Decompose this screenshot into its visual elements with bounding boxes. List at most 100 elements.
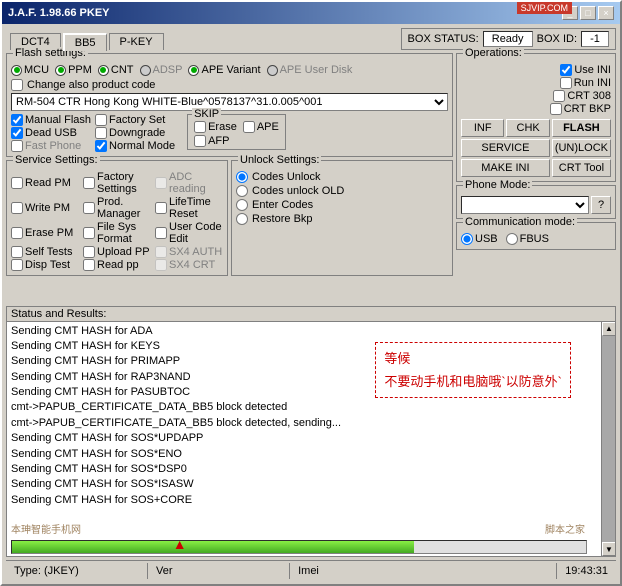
codes-unlock-old-radio[interactable] <box>236 185 248 197</box>
codes-unlock-old-label: Codes unlock OLD <box>252 185 344 197</box>
phone-mode-select[interactable] <box>461 196 589 214</box>
scroll-down-button[interactable]: ▼ <box>602 542 615 556</box>
lifetime-reset-checkbox[interactable] <box>155 202 167 214</box>
adsp-option[interactable]: ADSP <box>140 64 183 76</box>
downgrade-checkbox[interactable] <box>95 127 107 139</box>
mcu-radio[interactable] <box>11 65 22 76</box>
crt-tool-button[interactable]: CRT Tool <box>552 159 611 177</box>
file-sys-format-checkbox[interactable] <box>83 227 95 239</box>
codes-unlock-old-item: Codes unlock OLD <box>236 185 448 197</box>
manual-flash-item: Manual Flash <box>11 114 91 126</box>
enter-codes-radio[interactable] <box>236 199 248 211</box>
codes-unlock-radio[interactable] <box>236 171 248 183</box>
restore-bkp-radio[interactable] <box>236 213 248 225</box>
read-pm-checkbox[interactable] <box>11 177 23 189</box>
fbus-label: FBUS <box>520 233 549 245</box>
change-product-checkbox[interactable] <box>11 79 23 91</box>
user-code-edit-checkbox[interactable] <box>155 227 167 239</box>
ppm-option[interactable]: PPM <box>55 64 92 76</box>
cnt-option[interactable]: CNT <box>98 64 134 76</box>
unlock-button[interactable]: (UN)LOCK <box>552 139 611 157</box>
service-button[interactable]: SERVICE <box>461 139 550 157</box>
crt-bkp-checkbox[interactable] <box>550 103 562 115</box>
unlock-settings-group: Unlock Settings: Codes Unlock Codes unlo… <box>231 160 453 276</box>
fast-phone-label: Fast Phone <box>25 140 81 152</box>
ape-variant-option[interactable]: APE Variant <box>188 64 260 76</box>
use-ini-checkbox[interactable] <box>560 64 572 76</box>
dead-usb-checkbox[interactable] <box>11 127 23 139</box>
inf-button[interactable]: INF <box>461 119 504 137</box>
lower-section: Service Settings: Read PM Factory Settin… <box>6 160 453 276</box>
skip-group: SKIP Erase APE AFP <box>187 114 286 150</box>
restore-bkp-label: Restore Bkp <box>252 213 313 225</box>
use-ini-label: Use INI <box>574 64 611 76</box>
skip-afp-item: AFP <box>194 135 279 147</box>
sx4-auth-checkbox[interactable] <box>155 246 167 258</box>
adsp-radio[interactable] <box>140 65 151 76</box>
unlock-radios: Codes Unlock Codes unlock OLD Enter Code… <box>236 171 448 225</box>
erase-pm-checkbox[interactable] <box>11 227 23 239</box>
status-panel-header: Status and Results: <box>7 307 615 322</box>
prod-manager-checkbox[interactable] <box>83 202 95 214</box>
change-product-label: Change also product code <box>27 79 155 91</box>
progress-fill <box>12 541 414 553</box>
read-pm-label: Read PM <box>25 177 71 189</box>
upload-pp-checkbox[interactable] <box>83 246 95 258</box>
factory-set-checkbox[interactable] <box>95 114 107 126</box>
sx4-crt-checkbox[interactable] <box>155 259 167 271</box>
cnt-label: CNT <box>111 64 134 76</box>
mcu-label: MCU <box>24 64 49 76</box>
ape-user-disk-radio[interactable] <box>267 65 278 76</box>
mcu-option[interactable]: MCU <box>11 64 49 76</box>
phone-mode-help-button[interactable]: ? <box>591 196 611 214</box>
flash-settings-group: Flash settings: MCU PPM CN <box>6 53 453 157</box>
skip-ape-checkbox[interactable] <box>243 121 255 133</box>
main-window: J.A.F. 1.98.66 PKEY SJVIP.COM _ □ × DCT4… <box>0 0 622 586</box>
tab-pkey[interactable]: P-KEY <box>109 33 164 50</box>
log-line-11: Sending CMT HASH for SOS*ISASW <box>11 477 597 492</box>
cnt-radio[interactable] <box>98 65 109 76</box>
skip-afp-checkbox[interactable] <box>194 135 206 147</box>
usb-radio[interactable] <box>461 233 473 245</box>
run-ini-checkbox[interactable] <box>560 77 572 89</box>
ppm-radio[interactable] <box>55 65 66 76</box>
self-tests-checkbox[interactable] <box>11 246 23 258</box>
normal-mode-item: Normal Mode <box>95 140 175 152</box>
phone-mode-row: ? <box>461 196 611 214</box>
ape-variant-radio[interactable] <box>188 65 199 76</box>
ape-user-disk-option[interactable]: APE User Disk <box>267 64 353 76</box>
adc-reading-checkbox[interactable] <box>155 177 167 189</box>
fbus-radio[interactable] <box>506 233 518 245</box>
factory-settings-label: Factory Settings <box>97 171 151 195</box>
chk-button[interactable]: CHK <box>506 119 549 137</box>
tab-bb5[interactable]: BB5 <box>63 33 107 51</box>
scroll-up-button[interactable]: ▲ <box>602 322 615 336</box>
read-pp-checkbox[interactable] <box>83 259 95 271</box>
close-button[interactable]: × <box>598 6 614 20</box>
maximize-button[interactable]: □ <box>580 6 596 20</box>
status-panel: Status and Results: Sending CMT HASH for… <box>6 306 616 558</box>
skip-label: SKIP <box>192 108 221 120</box>
factory-settings-checkbox[interactable] <box>83 177 95 189</box>
sx4-crt-label: SX4 CRT <box>169 259 215 271</box>
codes-unlock-item: Codes Unlock <box>236 171 448 183</box>
manual-flash-checkbox[interactable] <box>11 114 23 126</box>
self-tests-label: Self Tests <box>25 246 73 258</box>
self-tests-item: Self Tests <box>11 246 79 258</box>
product-code-select[interactable]: RM-504 CTR Hong Kong WHITE-Blue^0578137^… <box>11 93 448 111</box>
adc-reading-label: ADC reading <box>169 171 223 195</box>
flash-button[interactable]: FLASH <box>552 119 611 137</box>
write-pm-checkbox[interactable] <box>11 202 23 214</box>
scroll-track <box>602 336 615 543</box>
normal-mode-checkbox[interactable] <box>95 140 107 152</box>
chinese-overlay: 等候 不要动手机和电脑哦`以防意外` <box>375 342 571 399</box>
skip-erase-checkbox[interactable] <box>194 121 206 133</box>
disp-test-checkbox[interactable] <box>11 259 23 271</box>
bottom-type: Type: (JKEY) <box>6 563 148 579</box>
make-ini-button[interactable]: MAKE INI <box>461 159 550 177</box>
crt-308-checkbox[interactable] <box>553 90 565 102</box>
fast-phone-checkbox[interactable] <box>11 140 23 152</box>
communication-group: Communication mode: USB FBUS <box>456 222 616 250</box>
sx4-crt-item: SX4 CRT <box>155 259 223 271</box>
box-status-value: Ready <box>483 31 533 47</box>
